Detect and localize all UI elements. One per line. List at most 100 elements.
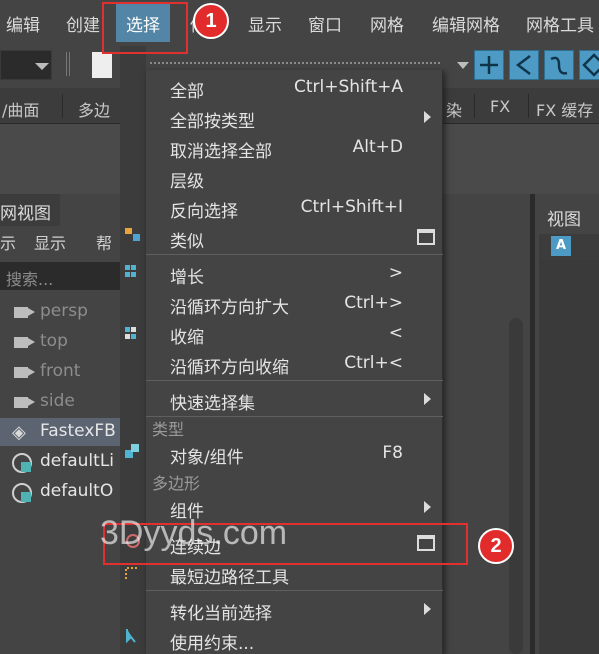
group-icon: ◈ <box>12 422 26 443</box>
outliner-search-input[interactable]: 搜索... <box>0 262 120 290</box>
menu-item-similar[interactable]: 类似 <box>146 222 443 252</box>
chevron-down-icon <box>35 63 49 70</box>
submenu-arrow-icon <box>424 111 431 123</box>
shelf-divider <box>62 94 63 118</box>
menu-item-shortcut: Alt+D <box>352 137 403 157</box>
camera-icon <box>14 367 28 378</box>
set-icon <box>12 483 32 503</box>
snap-grid-icon[interactable] <box>474 50 504 80</box>
submenu-arrow-icon <box>424 393 431 405</box>
camera-icon <box>14 397 28 408</box>
tree-item-defaultobjectset[interactable]: defaultO <box>0 478 120 506</box>
shelf-tab-fx-cache[interactable]: FX 缓存 <box>536 97 593 121</box>
snap-point-icon[interactable] <box>544 50 574 80</box>
menu-item-grow-along-loop[interactable]: 沿循环方向扩大 Ctrl+> <box>146 288 443 318</box>
tree-item-label: defaultLi <box>40 451 115 471</box>
outliner-panel: 网视图 示 显示 帮 搜索... persp top front side ◈ … <box>0 194 120 654</box>
menu-item-label: 增长 <box>170 268 204 288</box>
tree-item-label: top <box>40 331 68 351</box>
menu-item-label: 快速选择集 <box>170 394 255 414</box>
tree-item-top[interactable]: top <box>0 328 120 356</box>
step-badge-2: 2 <box>478 528 514 564</box>
chevron-down-icon[interactable] <box>457 62 469 69</box>
outliner-menu-display[interactable]: 显示 <box>34 230 66 254</box>
shelf-tab-poly[interactable]: 多边 <box>78 97 110 121</box>
panel-divider[interactable] <box>530 194 535 654</box>
viewport[interactable] <box>539 260 599 654</box>
viewport-toolbar: A <box>539 234 599 260</box>
menu-mesh[interactable]: 网格 <box>370 11 404 36</box>
menu-item-label: 沿循环方向收缩 <box>170 358 289 378</box>
menu-item-label: 反向选择 <box>170 202 238 222</box>
menu-window[interactable]: 窗口 <box>308 11 342 36</box>
menu-mesh-tools[interactable]: 网格工具 <box>526 11 594 36</box>
menu-item-shrink[interactable]: 收缩 < <box>146 318 443 348</box>
tree-item-persp[interactable]: persp <box>0 298 120 326</box>
menu-item-convert-selection[interactable]: 转化当前选择 <box>146 594 443 624</box>
menu-item-shortcut: Ctrl+> <box>344 293 403 313</box>
highlight-box-select-menu <box>102 2 188 54</box>
tree-item-front[interactable]: front <box>0 358 120 386</box>
menu-item-label: 沿循环方向扩大 <box>170 298 289 318</box>
tree-item-side[interactable]: side <box>0 388 120 416</box>
menu-separator <box>146 590 443 591</box>
tree-item-label: persp <box>40 301 88 321</box>
submenu-arrow-icon <box>424 603 431 615</box>
new-scene-icon[interactable] <box>92 52 112 78</box>
menu-item-grow[interactable]: 增长 > <box>146 258 443 288</box>
outliner-tab[interactable]: 网视图 <box>0 194 60 226</box>
menu-item-shortcut: Ctrl+Shift+A <box>293 77 403 97</box>
tree-item-defaultlightset[interactable]: defaultLi <box>0 448 120 476</box>
menu-item-label: 转化当前选择 <box>170 604 272 624</box>
menu-item-label: 取消选择全部 <box>170 142 272 162</box>
tearoff-handle[interactable] <box>150 62 440 64</box>
camera-attr-icon[interactable]: A <box>551 236 571 256</box>
menu-display[interactable]: 显示 <box>248 11 282 36</box>
menu-item-label: 使用约束... <box>170 634 255 654</box>
menu-item-shrink-along-loop[interactable]: 沿循环方向收缩 Ctrl+< <box>146 348 443 378</box>
menu-item-deselect-all[interactable]: 取消选择全部 Alt+D <box>146 132 443 162</box>
outliner-menu-help[interactable]: 帮 <box>96 230 112 254</box>
shelf-tab-render[interactable]: 染 <box>446 97 462 121</box>
menu-item-shortcut: > <box>388 263 403 283</box>
camera-icon <box>14 307 28 318</box>
menu-item-object-component[interactable]: 对象/组件 F8 <box>146 438 443 468</box>
menuset-dropdown[interactable] <box>0 50 52 80</box>
shortest-path-icon <box>125 567 139 579</box>
outliner-menu-show[interactable]: 示 <box>0 230 16 254</box>
menu-create[interactable]: 创建 <box>66 11 100 36</box>
snap-curve-icon[interactable] <box>509 50 539 80</box>
menu-section-polygon: 多边形 <box>152 474 201 493</box>
tree-item-fastexfbx[interactable]: ◈ FastexFB <box>0 418 120 446</box>
menu-item-all-by-type[interactable]: 全部按类型 <box>146 102 443 132</box>
outliner-scrollbar[interactable] <box>509 318 523 654</box>
tree-item-label: defaultO <box>40 481 114 501</box>
set-icon <box>12 453 32 473</box>
step-badge-1: 1 <box>193 3 229 39</box>
menu-item-hierarchy[interactable]: 层级 <box>146 162 443 192</box>
option-box-icon[interactable] <box>417 229 435 245</box>
tree-item-label: front <box>40 361 81 381</box>
menu-item-quick-select-sets[interactable]: 快速选择集 <box>146 384 443 414</box>
camera-icon <box>14 337 28 348</box>
shelf-tab-fx[interactable]: FX <box>490 97 510 116</box>
snap-view-icon[interactable] <box>579 50 599 80</box>
menu-item-all[interactable]: 全部 Ctrl+Shift+A <box>146 72 443 102</box>
menu-item-label: 收缩 <box>170 328 204 348</box>
menu-separator <box>146 254 443 255</box>
tree-item-label: side <box>40 391 75 411</box>
menu-item-shortcut: < <box>388 323 403 343</box>
view-tab[interactable]: 视图 <box>539 194 599 234</box>
object-component-icon <box>125 444 139 458</box>
viewport-panel: 视图 A <box>445 194 599 654</box>
menu-item-shortcut: Ctrl+Shift+I <box>300 197 403 217</box>
constraint-icon <box>126 629 136 644</box>
menu-item-invert[interactable]: 反向选择 Ctrl+Shift+I <box>146 192 443 222</box>
grow-select-icon <box>125 265 136 277</box>
menu-edit-mesh[interactable]: 编辑网格 <box>432 11 500 36</box>
shelf-tab-surfaces[interactable]: /曲面 <box>2 97 39 121</box>
menu-item-use-constraints[interactable]: 使用约束... <box>146 624 443 654</box>
menubar: 编辑 创建 选择 修 显示 窗口 网格 编辑网格 网格工具 <box>0 0 599 46</box>
shrink-select-icon <box>125 327 136 339</box>
menu-edit[interactable]: 编辑 <box>6 11 40 36</box>
